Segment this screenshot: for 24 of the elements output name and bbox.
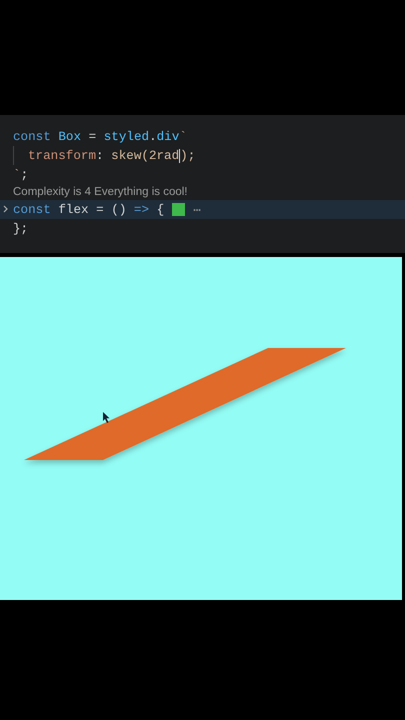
code-token: `: [13, 168, 21, 182]
complexity-lens[interactable]: Complexity is 4 Everything is cool!: [0, 184, 405, 200]
chevron-icon[interactable]: [2, 203, 10, 215]
code-token: :: [96, 148, 104, 162]
code-token: ;: [20, 168, 28, 182]
code-token: );: [180, 148, 196, 162]
text-cursor: [179, 148, 180, 162]
code-token: {: [156, 202, 164, 216]
code-token: };: [13, 222, 28, 236]
code-token: transform: [28, 148, 96, 162]
code-token: styled: [102, 130, 150, 144]
color-swatch[interactable]: [172, 203, 186, 216]
code-token: `: [179, 130, 187, 144]
folded-ellipsis[interactable]: ⋯: [193, 202, 201, 218]
code-token: const: [13, 130, 51, 144]
code-token: flex = (): [57, 202, 126, 216]
code-token: const: [13, 202, 51, 216]
code-token: =>: [132, 202, 150, 216]
code-token: .: [149, 130, 157, 144]
code-token: skew(2rad: [110, 148, 180, 162]
code-token: div: [156, 130, 180, 144]
mouse-pointer-icon: [103, 412, 110, 423]
code-token: =: [88, 130, 96, 144]
code-token: Box: [57, 130, 82, 144]
